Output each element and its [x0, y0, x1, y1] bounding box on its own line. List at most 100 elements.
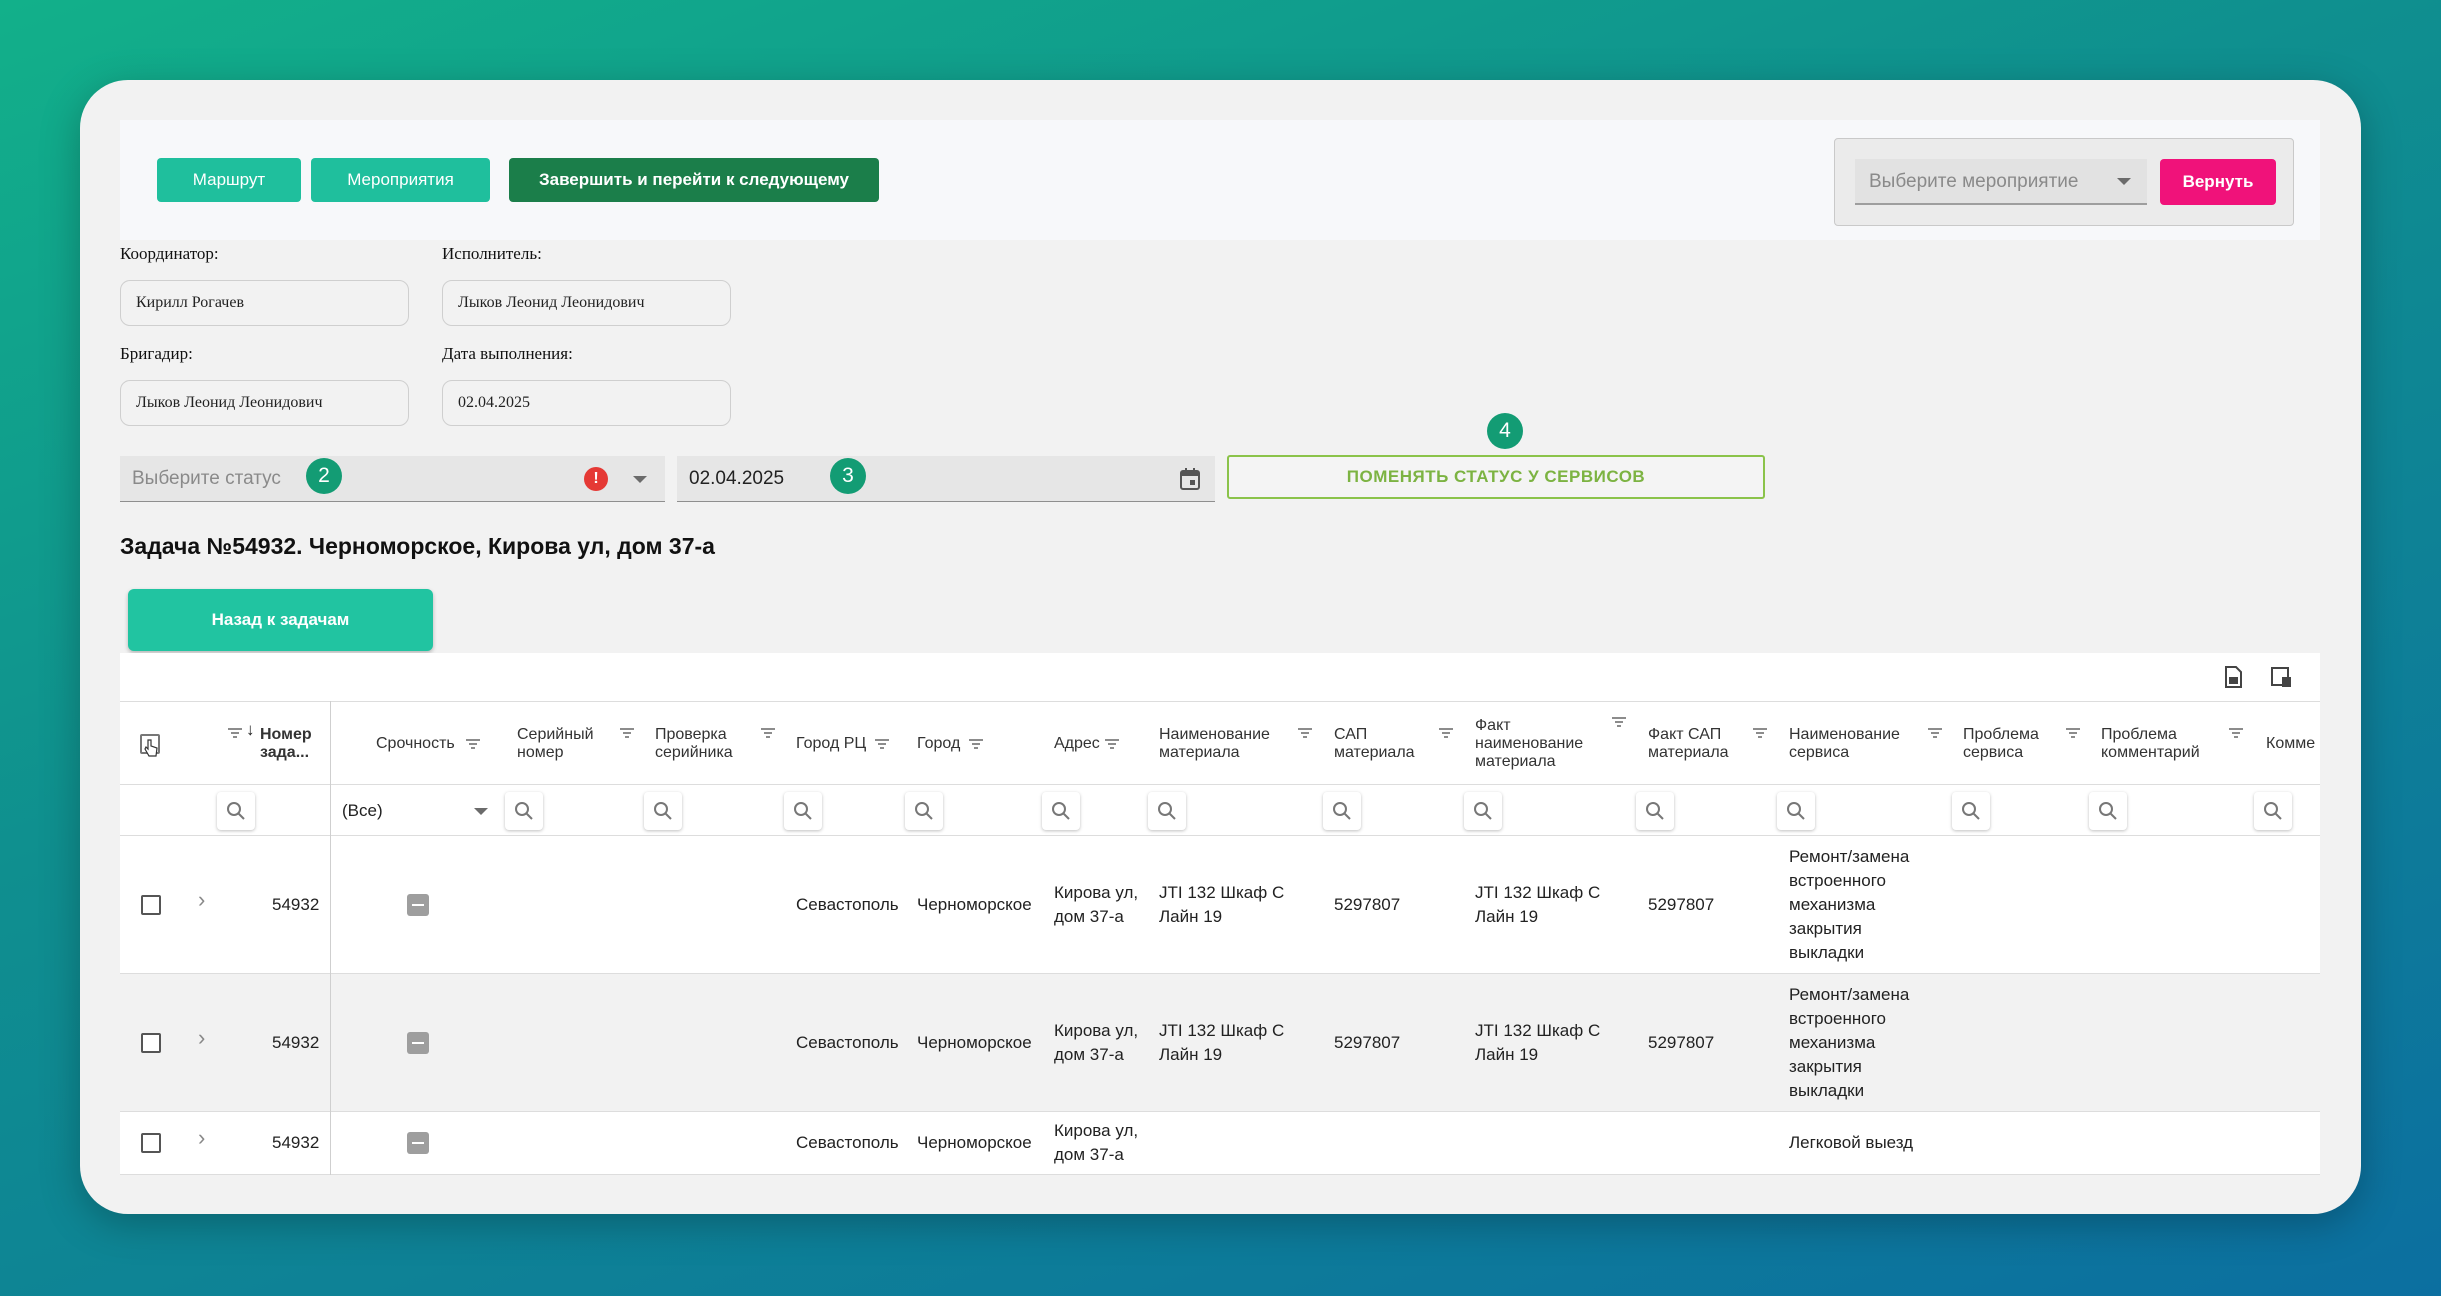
col-problem-comment[interactable]: Проблема комментарий [2101, 702, 2211, 786]
tasks-grid: ↓ Номер зада... Срочность Серийный номер… [120, 653, 2320, 1175]
event-select-placeholder: Выберите мероприятие [1869, 171, 2079, 192]
service-line4: закрытия [1789, 919, 1862, 938]
col-city-rc[interactable]: Город РЦ [796, 702, 876, 786]
filter-search-serial-check[interactable] [644, 792, 682, 830]
coordinator-field[interactable]: Кирилл Рогачев [120, 280, 409, 326]
event-select[interactable]: Выберите мероприятие [1855, 159, 2147, 205]
col-number[interactable]: Номер зада... [260, 702, 330, 786]
app-window: Маршрут Мероприятия Завершить и перейти … [80, 80, 2361, 1214]
col-serial[interactable]: Серийный номер [517, 702, 607, 786]
material-line1: JTI 132 Шкаф С [1159, 1021, 1285, 1040]
filter-icon[interactable] [761, 728, 775, 738]
filter-icon[interactable] [1612, 717, 1626, 727]
col-sap-material[interactable]: САП материала [1334, 702, 1424, 786]
col-city[interactable]: Город [917, 702, 977, 786]
row-checkbox[interactable] [141, 895, 161, 915]
chevron-right-icon[interactable]: › [198, 1125, 205, 1151]
filter-search-city-rc[interactable] [784, 792, 822, 830]
col-urgency[interactable]: Срочность [376, 702, 476, 786]
row-checkbox[interactable] [141, 1033, 161, 1053]
export-excel-icon[interactable] [2222, 665, 2244, 689]
fact-material-line2: Лайн 19 [1475, 1045, 1539, 1064]
grid-filter-row: (Все) [120, 786, 2320, 836]
search-icon [515, 802, 533, 820]
filter-search-fact-sap[interactable] [1636, 792, 1674, 830]
filter-search-address[interactable] [1042, 792, 1080, 830]
sort-desc-icon[interactable]: ↓ [246, 720, 255, 740]
fact-material-line2: Лайн 19 [1475, 907, 1539, 926]
search-icon [1158, 802, 1176, 820]
task-title: Задача №54932. Черноморское, Кирова ул, … [120, 533, 715, 559]
filter-icon[interactable] [2066, 728, 2080, 738]
service-line1: Ремонт/замена [1789, 985, 1910, 1004]
filter-search-fact-material[interactable] [1464, 792, 1502, 830]
city-rc: Севастополь [796, 1133, 899, 1152]
urgency-filter-select[interactable]: (Все) [332, 792, 497, 830]
return-button[interactable]: Вернуть [2160, 159, 2276, 205]
col-service-problem[interactable]: Проблема сервиса [1963, 702, 2053, 786]
filter-icon[interactable] [969, 739, 983, 749]
filter-search-sap[interactable] [1323, 792, 1361, 830]
step-marker-3: 3 [830, 458, 866, 494]
filter-icon[interactable] [2229, 728, 2243, 738]
fact-sap: 5297807 [1648, 895, 1715, 914]
city-rc: Севастополь [796, 1033, 899, 1052]
city-rc: Севастополь [796, 895, 899, 914]
executor-field[interactable]: Лыков Леонид Леонидович [442, 280, 731, 326]
filter-search-city[interactable] [905, 792, 943, 830]
service-line2: встроенного [1789, 871, 1887, 890]
service-line4: закрытия [1789, 1057, 1862, 1076]
table-row[interactable]: › 54932 Севастополь Черноморское Кирова … [120, 836, 2320, 974]
date-field[interactable]: 02.04.2025 [442, 380, 731, 426]
route-button[interactable]: Маршрут [157, 158, 301, 202]
filter-icon[interactable] [875, 739, 889, 749]
filter-icon[interactable] [466, 739, 480, 749]
col-comment[interactable]: Комме [2266, 702, 2320, 786]
filter-icon[interactable] [1753, 728, 1767, 738]
col-material-name[interactable]: Наименование материала [1159, 702, 1289, 786]
chevron-down-icon [633, 476, 647, 483]
row-checkbox[interactable] [141, 1133, 161, 1153]
filter-icon[interactable] [1928, 728, 1942, 738]
filter-search-material[interactable] [1148, 792, 1186, 830]
col-fact-sap[interactable]: Факт САП материала [1648, 702, 1748, 786]
task-number: 54932 [272, 1033, 320, 1052]
fact-material-line1: JTI 132 Шкаф С [1475, 1021, 1601, 1040]
filter-icon[interactable] [228, 728, 242, 738]
event-panel: Выберите мероприятие Вернуть [1834, 138, 2294, 226]
col-service-name[interactable]: Наименование сервиса [1789, 702, 1909, 786]
col-serial-check[interactable]: Проверка серийника [655, 702, 745, 786]
table-row[interactable]: › 54932 Севастополь Черноморское Кирова … [120, 974, 2320, 1112]
urgency-indicator [407, 1132, 429, 1154]
filter-icon[interactable] [1298, 728, 1312, 738]
grid-header: ↓ Номер зада... Срочность Серийный номер… [120, 701, 2320, 785]
filter-search-number[interactable] [217, 792, 255, 830]
chevron-right-icon[interactable]: › [198, 887, 205, 913]
change-status-button[interactable]: ПОМЕНЯТЬ СТАТУС У СЕРВИСОВ [1227, 455, 1765, 499]
fact-sap: 5297807 [1648, 1033, 1715, 1052]
events-button[interactable]: Мероприятия [311, 158, 490, 202]
filter-search-service-problem[interactable] [1952, 792, 1990, 830]
filter-search-service[interactable] [1777, 792, 1815, 830]
status-select[interactable]: Выберите статус ! [120, 456, 665, 502]
table-row[interactable]: › 54932 Севастополь Черноморское Кирова … [120, 1112, 2320, 1175]
col-fact-material-name[interactable]: Факт наименование материала [1475, 702, 1605, 786]
address-line1: Кирова ул, [1054, 883, 1139, 902]
status-date-field[interactable]: 02.04.2025 [677, 456, 1215, 502]
back-to-tasks-button[interactable]: Назад к задачам [128, 589, 433, 651]
calendar-icon[interactable] [1179, 467, 1201, 491]
coordinator-label: Координатор: [120, 244, 219, 263]
foreman-field[interactable]: Лыков Леонид Леонидович [120, 380, 409, 426]
filter-icon[interactable] [1105, 739, 1119, 749]
filter-icon[interactable] [1439, 728, 1453, 738]
finish-next-button[interactable]: Завершить и перейти к следующему [509, 158, 879, 202]
column-chooser-icon[interactable] [2270, 665, 2292, 689]
search-icon [915, 802, 933, 820]
material-line2: Лайн 19 [1159, 1045, 1223, 1064]
filter-icon[interactable] [620, 728, 634, 738]
search-icon [1052, 802, 1070, 820]
filter-search-comment[interactable] [2254, 792, 2292, 830]
filter-search-problem-comment[interactable] [2089, 792, 2127, 830]
filter-search-serial[interactable] [505, 792, 543, 830]
chevron-right-icon[interactable]: › [198, 1025, 205, 1051]
